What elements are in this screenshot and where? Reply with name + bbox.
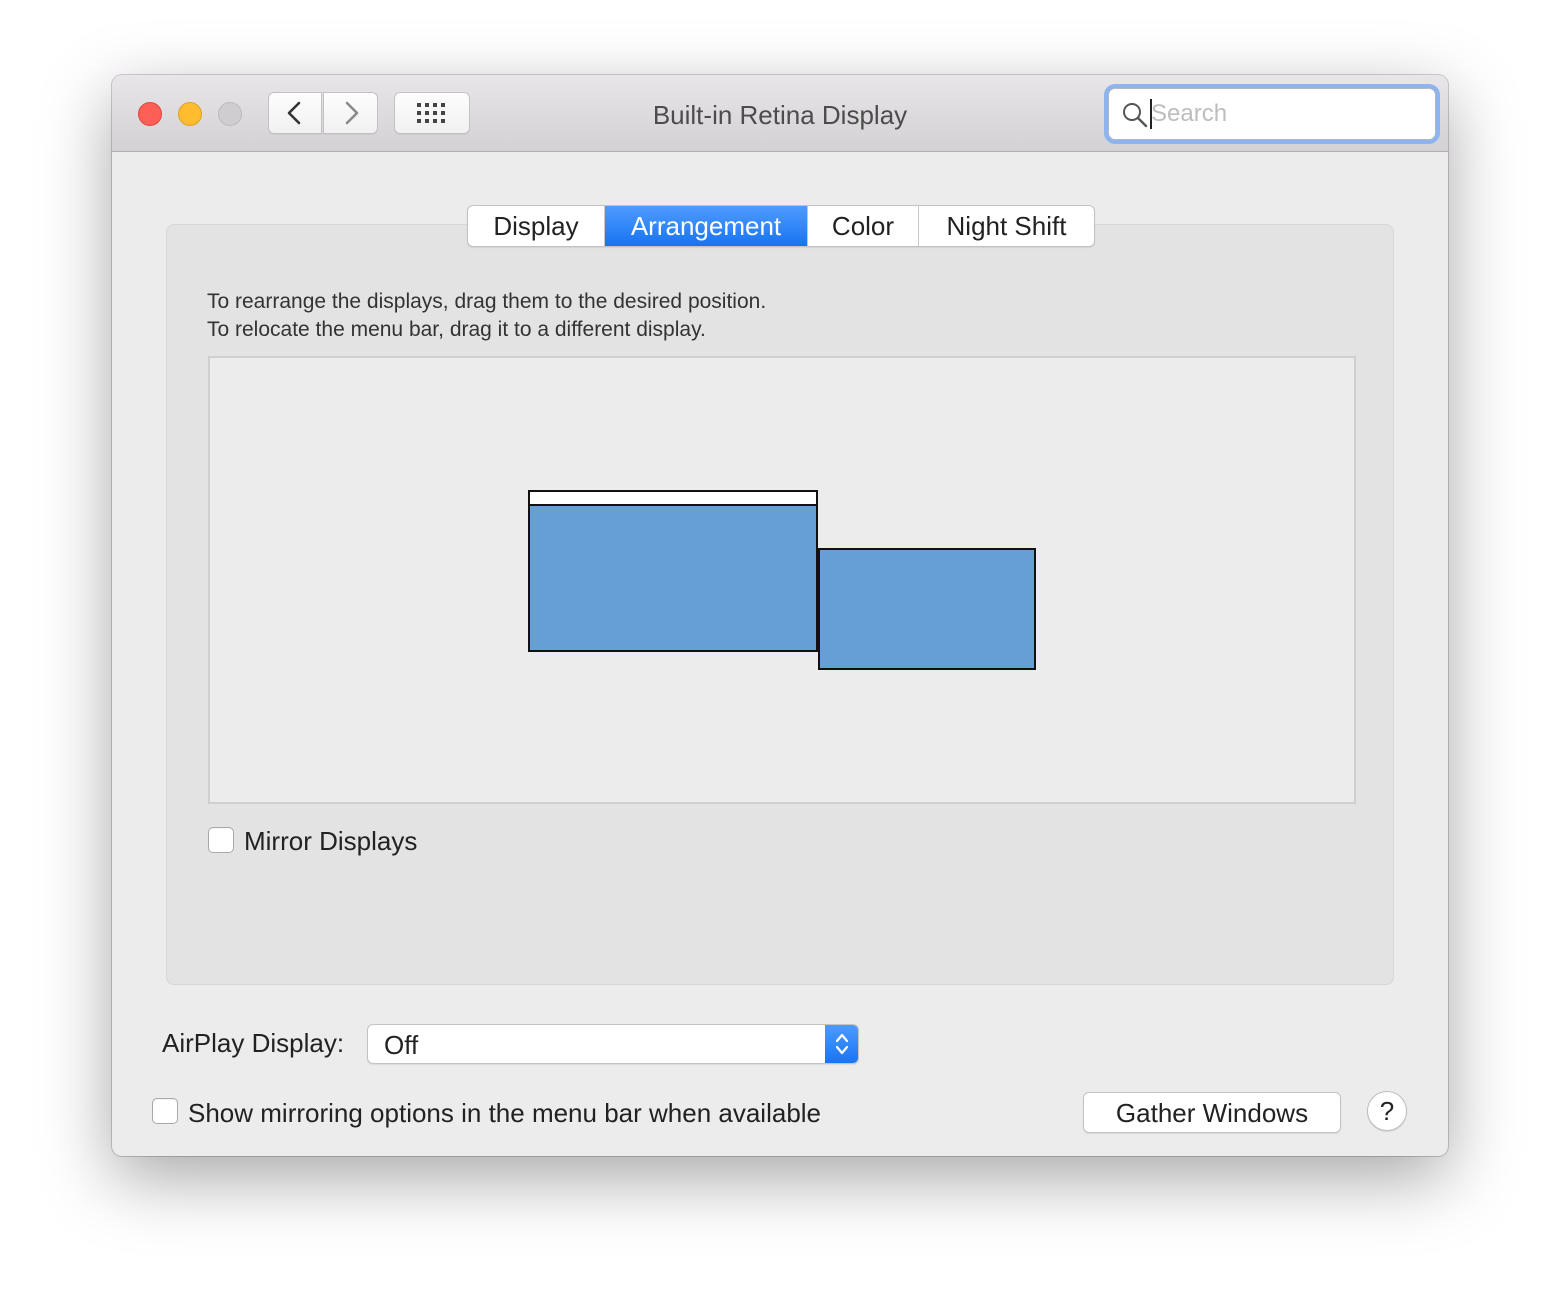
mirror-displays-checkbox[interactable] [208,827,234,853]
zoom-button[interactable] [218,102,242,126]
secondary-display-thumbnail[interactable] [818,548,1036,670]
minimize-button[interactable] [178,102,202,126]
forward-button[interactable] [323,92,378,134]
main-display-thumbnail[interactable] [528,490,818,652]
up-down-chevron-icon [835,1033,849,1055]
tab-arrangement[interactable]: Arrangement [605,206,808,246]
tab-bar: Display Arrangement Color Night Shift [467,205,1095,247]
preferences-window: Built-in Retina Display Display Arrangem… [112,75,1448,1156]
tab-display[interactable]: Display [468,206,605,246]
search-input[interactable] [1151,97,1421,131]
close-button[interactable] [138,102,162,126]
tab-night-shift[interactable]: Night Shift [919,206,1094,246]
airplay-display-value: Off [384,1030,419,1060]
chevron-right-icon [345,101,358,125]
instruction-line-2: To relocate the menu bar, drag it to a d… [207,318,706,341]
show-all-button[interactable] [394,92,470,134]
show-mirroring-label[interactable]: Show mirroring options in the menu bar w… [188,1097,821,1129]
back-button[interactable] [268,92,322,134]
search-icon [1123,103,1148,128]
title-bar: Built-in Retina Display [112,75,1448,152]
tab-color[interactable]: Color [808,206,919,246]
mirror-displays-label[interactable]: Mirror Displays [244,825,417,857]
arrangement-instructions: To rearrange the displays, drag them to … [207,288,766,344]
menu-bar-handle[interactable] [530,492,816,506]
gather-windows-button[interactable]: Gather Windows [1083,1092,1341,1133]
instruction-line-1: To rearrange the displays, drag them to … [207,290,767,313]
grid-icon [417,103,445,123]
help-button[interactable]: ? [1367,1091,1407,1131]
airplay-display-popup[interactable]: Off [367,1024,859,1064]
search-field[interactable] [1108,88,1436,140]
chevron-left-icon [287,101,301,125]
show-mirroring-checkbox[interactable] [152,1098,178,1124]
airplay-display-label: AirPlay Display: [162,1028,345,1058]
popup-arrows [825,1025,858,1063]
